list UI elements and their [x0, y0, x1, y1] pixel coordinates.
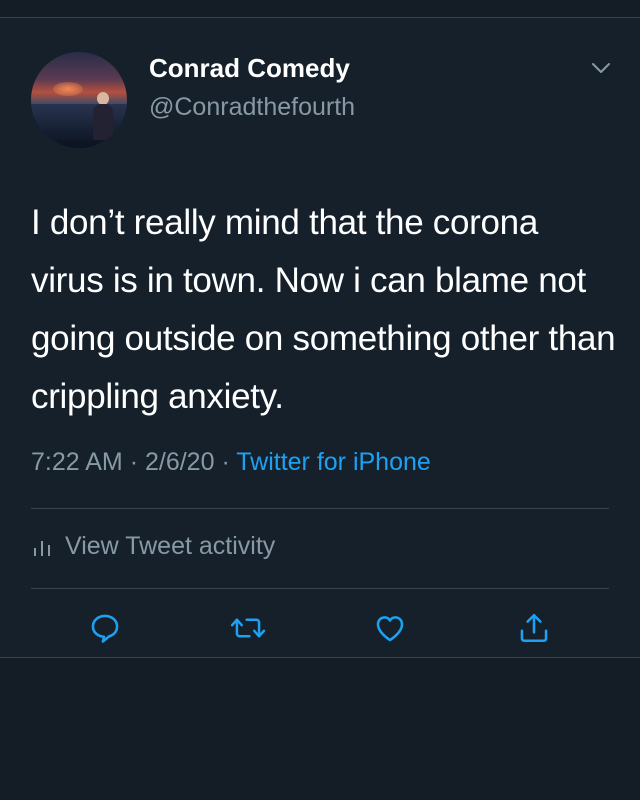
activity-label: View Tweet activity — [65, 532, 276, 560]
action-bar — [0, 606, 640, 656]
author-name[interactable]: Conrad Comedy — [149, 53, 350, 84]
tweet-source-link[interactable]: Twitter for iPhone — [236, 448, 431, 476]
view-tweet-activity-button[interactable]: View Tweet activity — [31, 532, 275, 561]
meta-separator: · — [129, 448, 139, 476]
screen: Conrad Comedy @Conradthefourth I don’t r… — [0, 0, 640, 800]
heart-icon — [376, 616, 404, 642]
reply-icon — [91, 614, 119, 643]
divider — [31, 508, 609, 509]
tweet-card: Conrad Comedy @Conradthefourth I don’t r… — [0, 18, 640, 658]
share-icon — [520, 613, 548, 643]
avatar[interactable] — [31, 52, 127, 148]
retweet-icon — [230, 618, 266, 638]
tweet-date: 2/6/20 — [144, 448, 215, 476]
tweet-text: I don’t really mind that the corona viru… — [31, 203, 616, 416]
tweet-time: 7:22 AM — [31, 448, 123, 476]
meta-separator: · — [221, 448, 230, 476]
share-button[interactable] — [512, 606, 556, 650]
tweet-metadata: 7:22 AM · 2/6/20 · Twitter for iPhone — [31, 448, 431, 477]
author-handle[interactable]: @Conradthefourth — [149, 93, 355, 122]
reply-button[interactable] — [83, 606, 127, 650]
like-button[interactable] — [368, 606, 412, 650]
bar-chart-icon — [34, 540, 50, 556]
divider — [31, 588, 609, 589]
retweet-button[interactable] — [226, 606, 270, 650]
chevron-down-icon[interactable] — [590, 60, 612, 76]
bottom-divider — [0, 657, 640, 658]
